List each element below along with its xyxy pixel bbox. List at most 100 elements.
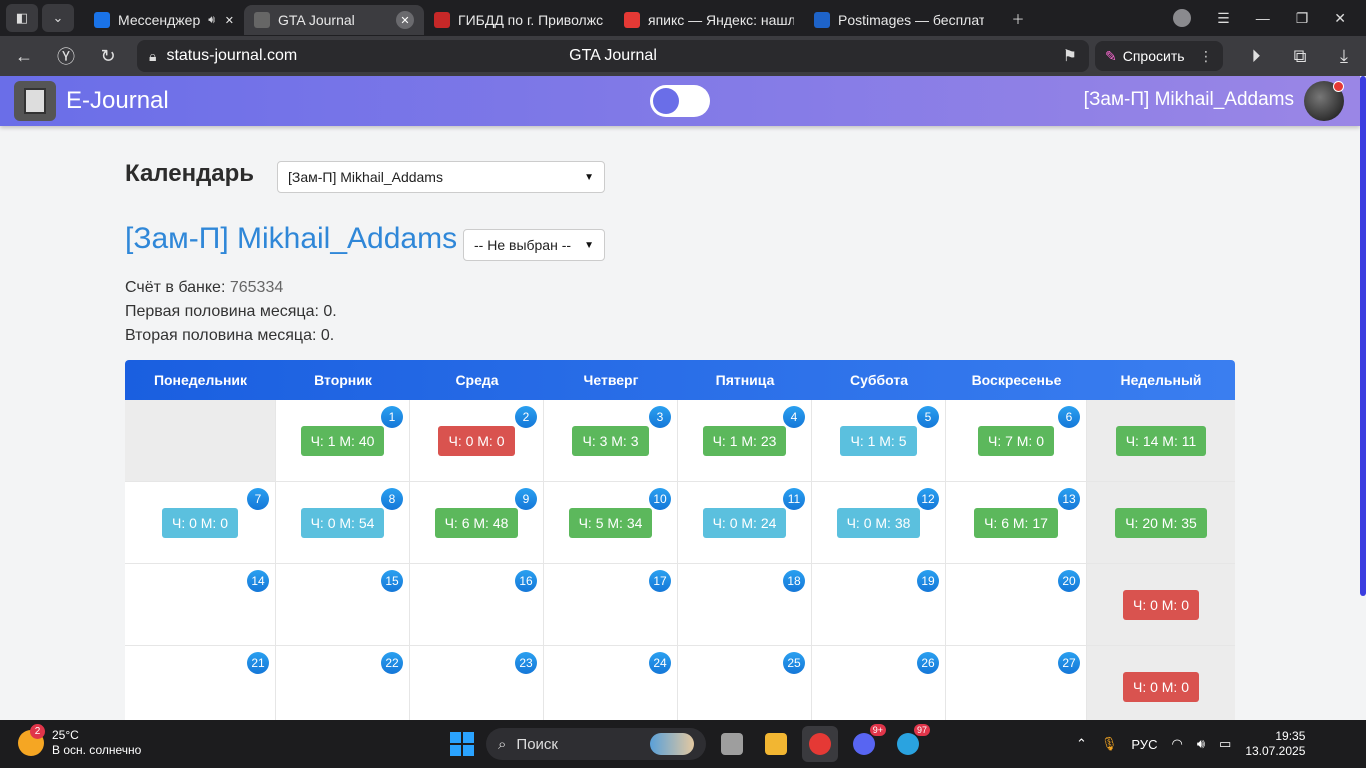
tabs-list-chevron-icon[interactable]: ⌄ bbox=[42, 4, 74, 32]
calendar-day-cell[interactable]: 12 Ч: 0 М: 38 bbox=[812, 482, 946, 564]
profile-icon[interactable] bbox=[1173, 9, 1192, 27]
site-brand[interactable]: E-Journal bbox=[66, 87, 169, 115]
microphone-icon[interactable]: 🎙︎ bbox=[1101, 736, 1118, 752]
filter-select[interactable]: -- Не выбран -- ▼ bbox=[463, 229, 605, 261]
day-time-badge[interactable]: Ч: 0 М: 0 bbox=[161, 507, 238, 538]
url-field[interactable]: 🔒︎ status-journal.com GTA Journal ⚑ bbox=[137, 40, 1089, 72]
weekly-total-badge[interactable]: Ч: 0 М: 0 bbox=[1122, 671, 1199, 702]
tab-close-icon[interactable]: ✕ bbox=[225, 14, 234, 27]
day-time-badge[interactable]: Ч: 7 М: 0 bbox=[977, 425, 1054, 456]
calendar-day-cell[interactable]: 13 Ч: 6 М: 17 bbox=[946, 482, 1087, 564]
tab-label: Мессенджер bbox=[118, 12, 201, 28]
calendar-day-cell[interactable]: 23 bbox=[410, 646, 544, 720]
reload-icon[interactable]: ↻ bbox=[92, 40, 124, 72]
browser-tab-4[interactable]: Postimages — бесплатны bbox=[804, 5, 994, 35]
yandex-home-icon[interactable]: Ⓨ bbox=[50, 40, 82, 72]
avatar[interactable] bbox=[1304, 81, 1344, 121]
day-number-badge: 13 bbox=[1058, 488, 1080, 510]
battery-icon[interactable]: ▭ bbox=[1219, 736, 1231, 752]
day-time-badge[interactable]: Ч: 3 М: 3 bbox=[572, 425, 649, 456]
calendar-day-cell[interactable]: 6 Ч: 7 М: 0 bbox=[946, 400, 1087, 482]
browser-menu-icon[interactable]: ◧ bbox=[6, 4, 38, 32]
wifi-icon[interactable]: ◠ bbox=[1171, 736, 1182, 752]
ask-button[interactable]: ✎ Спросить ⋮ bbox=[1095, 41, 1223, 71]
calendar-day-cell[interactable]: 20 bbox=[946, 564, 1087, 646]
menu-icon[interactable]: ☰ bbox=[1217, 10, 1230, 27]
bookmark-icon[interactable]: ⚑ bbox=[1063, 46, 1077, 66]
user-select[interactable]: [Зам-П] Mikhail_Addams ▼ bbox=[277, 161, 605, 193]
calendar-day-cell[interactable]: 18 bbox=[678, 564, 812, 646]
search-label: Поиск bbox=[516, 735, 558, 753]
start-windows-icon[interactable] bbox=[450, 732, 474, 756]
calendar-day-cell[interactable]: 14 bbox=[125, 564, 276, 646]
browser-tab-3[interactable]: япикс — Яндекс: нашлос bbox=[614, 5, 804, 35]
calendar-day-cell[interactable]: 5 Ч: 1 М: 5 bbox=[812, 400, 946, 482]
calendar-day-cell[interactable]: 24 bbox=[544, 646, 678, 720]
tab-close-icon[interactable]: ✕ bbox=[396, 11, 414, 29]
day-time-badge[interactable]: Ч: 0 М: 0 bbox=[438, 425, 515, 456]
new-tab-button[interactable]: ＋ bbox=[1002, 4, 1034, 32]
calendar-day-cell[interactable]: 10 Ч: 5 М: 34 bbox=[544, 482, 678, 564]
clock[interactable]: 19:35 13.07.2025 bbox=[1245, 729, 1305, 759]
media-icon[interactable]: ⏵ bbox=[1240, 40, 1272, 72]
weather-widget[interactable]: 2 25°C В осн. солнечно bbox=[18, 724, 141, 758]
tab-sound-icon[interactable]: 🔊︎ bbox=[208, 14, 215, 27]
calendar-day-cell[interactable]: 21 bbox=[125, 646, 276, 720]
calendar-day-cell[interactable]: 16 bbox=[410, 564, 544, 646]
yandex-browser-taskbar-button[interactable] bbox=[802, 726, 838, 762]
calendar-day-cell[interactable]: 22 bbox=[276, 646, 410, 720]
weekly-total-badge[interactable]: Ч: 20 М: 35 bbox=[1115, 507, 1207, 538]
day-time-badge[interactable]: Ч: 5 М: 34 bbox=[568, 507, 653, 538]
task-view-taskbar-button[interactable] bbox=[714, 726, 750, 762]
page-scrollbar[interactable] bbox=[1360, 76, 1366, 596]
discord-taskbar-button[interactable]: 9+ bbox=[846, 724, 886, 762]
weekly-total-badge[interactable]: Ч: 14 М: 11 bbox=[1115, 425, 1207, 456]
navbar-username[interactable]: [Зам-П] Mikhail_Addams bbox=[1084, 89, 1294, 111]
file-explorer-taskbar-button[interactable] bbox=[758, 726, 794, 762]
day-time-badge[interactable]: Ч: 0 М: 54 bbox=[300, 507, 385, 538]
day-number-badge: 14 bbox=[247, 570, 269, 592]
collections-icon[interactable]: ⧉ bbox=[1284, 40, 1316, 72]
tab-label: Postimages — бесплатны bbox=[838, 12, 984, 28]
calendar-day-cell[interactable]: 26 bbox=[812, 646, 946, 720]
day-time-badge[interactable]: Ч: 6 М: 48 bbox=[434, 507, 519, 538]
language-indicator[interactable]: РУС bbox=[1131, 737, 1157, 752]
volume-icon[interactable]: 🔊︎ bbox=[1197, 736, 1205, 752]
browser-tab-1[interactable]: GTA Journal ✕ bbox=[244, 5, 424, 35]
downloads-icon[interactable]: ⤓ bbox=[1328, 40, 1360, 72]
calendar-day-cell[interactable]: 3 Ч: 3 М: 3 bbox=[544, 400, 678, 482]
day-time-badge[interactable]: Ч: 6 М: 17 bbox=[974, 507, 1058, 538]
calendar-day-cell[interactable]: 27 bbox=[946, 646, 1087, 720]
calendar-day-cell[interactable]: 1 Ч: 1 М: 40 bbox=[276, 400, 410, 482]
day-time-badge[interactable]: Ч: 1 М: 5 bbox=[840, 425, 917, 456]
restore-icon[interactable]: ❐ bbox=[1296, 10, 1309, 27]
calendar-day-cell[interactable]: 25 bbox=[678, 646, 812, 720]
calendar-day-cell[interactable]: 19 bbox=[812, 564, 946, 646]
calendar-day-cell[interactable]: 2 Ч: 0 М: 0 bbox=[410, 400, 544, 482]
calendar-day-cell[interactable]: 9 Ч: 6 М: 48 bbox=[410, 482, 544, 564]
calendar-day-cell[interactable]: 8 Ч: 0 М: 54 bbox=[276, 482, 410, 564]
close-window-icon[interactable]: ✕ bbox=[1334, 10, 1346, 27]
calendar-day-cell[interactable]: 4 Ч: 1 М: 23 bbox=[678, 400, 812, 482]
more-dots-icon[interactable]: ⋮ bbox=[1199, 48, 1213, 65]
calendar-day-cell[interactable]: 17 bbox=[544, 564, 678, 646]
day-time-badge[interactable]: Ч: 1 М: 23 bbox=[702, 425, 787, 456]
chevron-up-icon[interactable]: ⌃ bbox=[1076, 736, 1087, 752]
telegram-taskbar-button[interactable]: 97 bbox=[890, 724, 930, 762]
theme-toggle[interactable] bbox=[650, 85, 710, 117]
journal-logo-icon[interactable] bbox=[14, 81, 56, 121]
day-time-badge[interactable]: Ч: 1 М: 40 bbox=[300, 425, 385, 456]
calendar-day-cell[interactable]: 11 Ч: 0 М: 24 bbox=[678, 482, 812, 564]
browser-tab-2[interactable]: ГИБДД по г. Приволжск bbox=[424, 5, 614, 35]
calendar-day-cell[interactable]: 7 Ч: 0 М: 0 bbox=[125, 482, 276, 564]
back-icon[interactable]: ← bbox=[8, 40, 40, 72]
search-icon: ⌕ bbox=[498, 735, 507, 753]
day-time-badge[interactable]: Ч: 0 М: 38 bbox=[836, 507, 921, 538]
browser-tab-0[interactable]: Мессенджер 🔊︎ ✕ bbox=[84, 5, 244, 35]
minimize-icon[interactable]: — bbox=[1256, 10, 1270, 26]
calendar-day-cell[interactable]: 15 bbox=[276, 564, 410, 646]
day-time-badge[interactable]: Ч: 0 М: 24 bbox=[702, 507, 787, 538]
weekly-total-badge[interactable]: Ч: 0 М: 0 bbox=[1122, 589, 1199, 620]
day-number-badge: 11 bbox=[783, 488, 805, 510]
taskbar-search[interactable]: ⌕ Поиск bbox=[486, 728, 706, 760]
